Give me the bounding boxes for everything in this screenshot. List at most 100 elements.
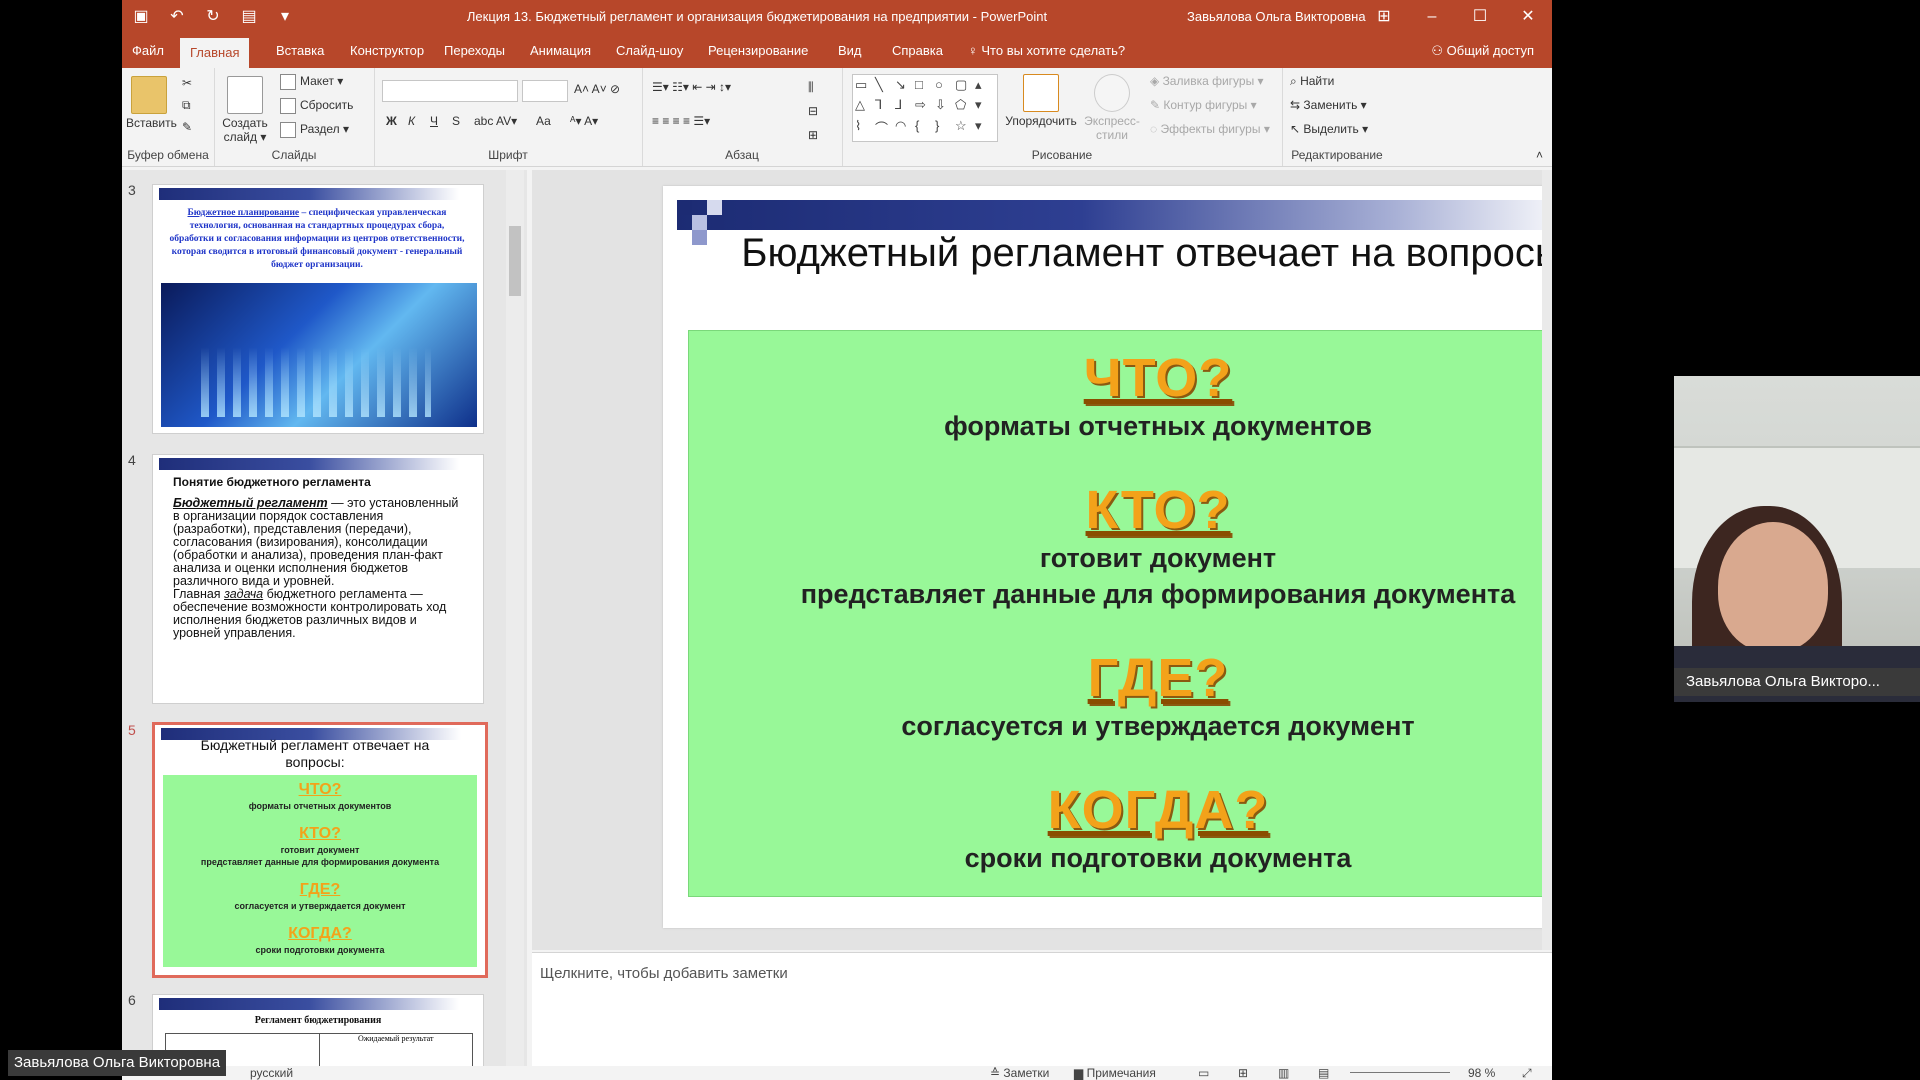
arrow-line-icon[interactable]: ↘ [895, 77, 913, 95]
change-case-button[interactable]: Аа [536, 114, 551, 128]
new-slide-button[interactable]: Создать слайд ▾ [220, 76, 270, 144]
tab-help[interactable]: Справка [882, 34, 953, 68]
title-bar: ▣ ↶ ↻ ▤ ▾ Лекция 13. Бюджетный регламент… [122, 0, 1552, 34]
customize-qat-icon[interactable]: ▾ [274, 6, 296, 28]
shadow-button[interactable]: S [452, 114, 460, 128]
line-shape-icon[interactable]: ╲ [875, 77, 893, 95]
current-slide[interactable]: Бюджетный регламент отвечает на вопросы:… [663, 186, 1552, 928]
curve-icon[interactable]: ⌒ [875, 118, 893, 139]
tab-review[interactable]: Рецензирование [698, 34, 818, 68]
minimize-icon[interactable]: – [1408, 0, 1456, 34]
undo-icon[interactable]: ↶ [166, 6, 188, 28]
replace-button[interactable]: ⇆ Заменить ▾ [1290, 98, 1367, 112]
shape-fill-button[interactable]: ◈ Заливка фигуры ▾ [1150, 74, 1264, 88]
decor-square [692, 215, 707, 230]
cut-icon[interactable]: ✂ [182, 76, 192, 90]
gallery-scroll-icon[interactable]: ▴ [975, 77, 993, 95]
align-icon[interactable]: ≡ ≡ ≡ ≡ ☰▾ [652, 114, 710, 128]
notes-pane[interactable]: Щелкните, чтобы добавить заметки [532, 952, 1552, 1073]
strikethrough-icon[interactable]: abc AV▾ [474, 114, 517, 128]
tab-animation[interactable]: Анимация [520, 34, 601, 68]
tab-view[interactable]: Вид [828, 34, 872, 68]
thumb-5-q3: ГДЕ? [299, 881, 341, 898]
view-sorter-icon[interactable]: ⊞ [1238, 1066, 1248, 1080]
account-name[interactable]: Завьялова Ольга Викторовна [1187, 0, 1366, 34]
down-arrow-icon[interactable]: ⇩ [935, 97, 953, 115]
select-button[interactable]: ↖ Выделить ▾ [1290, 122, 1368, 136]
rectangle-icon[interactable]: □ [915, 77, 933, 95]
thumbnail-scroll-handle[interactable] [509, 226, 521, 296]
gallery-down-icon[interactable]: ▾ [975, 97, 993, 115]
elbow-icon[interactable]: ⅂ [875, 97, 893, 115]
tab-transitions[interactable]: Переходы [434, 34, 515, 68]
arc-icon[interactable]: ◠ [895, 118, 913, 139]
thumbnail-slide-3[interactable]: Бюджетное планирование – специфическая у… [152, 184, 484, 434]
paste-button[interactable]: Вставить [126, 76, 177, 130]
tab-insert[interactable]: Вставка [266, 34, 334, 68]
font-name-box[interactable] [382, 80, 518, 102]
save-icon[interactable]: ▣ [130, 6, 152, 28]
triangle-icon[interactable]: △ [855, 97, 873, 115]
share-button[interactable]: ⚇ Общий доступ [1431, 34, 1534, 68]
brace-right-icon[interactable]: } [935, 118, 953, 139]
pentagon-icon[interactable]: ⬠ [955, 97, 973, 115]
tab-home[interactable]: Главная [180, 38, 250, 68]
zoom-slider[interactable] [1350, 1072, 1450, 1073]
section-button[interactable]: Раздел ▾ [280, 122, 349, 138]
underline-button[interactable]: Ч [430, 114, 438, 128]
slide-thumbnail-pane: 3 Бюджетное планирование – специфическая… [122, 170, 527, 1074]
find-button[interactable]: ⌕ Найти [1290, 74, 1334, 89]
format-painter-icon[interactable]: ✎ [182, 120, 192, 134]
fit-slide-icon[interactable]: ⤢ [1522, 1066, 1532, 1080]
language-indicator[interactable]: русский [250, 1066, 293, 1080]
start-slideshow-icon[interactable]: ▤ [238, 6, 260, 28]
view-slideshow-icon[interactable]: ▤ [1318, 1066, 1329, 1080]
redo-icon[interactable]: ↻ [202, 6, 224, 28]
zoom-level[interactable]: 98 % [1468, 1066, 1495, 1080]
thumbnail-slide-4[interactable]: Понятие бюджетного регламента Бюджетный … [152, 454, 484, 704]
collapse-ribbon-icon[interactable]: ˄ [1536, 148, 1543, 162]
rounded-rect-icon[interactable]: ▢ [955, 77, 973, 95]
brace-left-icon[interactable]: { [915, 118, 933, 139]
maximize-icon[interactable]: ☐ [1456, 0, 1504, 34]
gallery-more-icon[interactable]: ▾ [975, 118, 993, 139]
font-size-box[interactable] [522, 80, 568, 102]
reset-button[interactable]: Сбросить [280, 98, 353, 114]
italic-button[interactable]: К [408, 114, 415, 128]
editor-scrollbar[interactable] [1542, 170, 1552, 950]
textbox-shape-icon[interactable]: ▭ [855, 77, 873, 95]
reset-icon [280, 98, 296, 114]
shapes-gallery[interactable]: ▭ ╲ ↘ □ ○ ▢ ▴ △ ⅂ ⅃ ⇨ ⇩ ⬠ ▾ ⌇ ⌒ ◠{} ☆ ▾ [852, 74, 998, 142]
smartart-icon[interactable]: ⊞ [808, 128, 818, 142]
copy-icon[interactable]: ⧉ [182, 98, 191, 113]
bullets-icon[interactable]: ☰▾ ☷▾ ⇤ ⇥ ↕▾ [652, 80, 731, 94]
view-reading-icon[interactable]: ▥ [1278, 1066, 1289, 1080]
font-color-icon[interactable]: ᴬ▾ A▾ [570, 114, 598, 128]
align-text-icon[interactable]: ⊟ [808, 104, 818, 118]
close-icon[interactable]: ✕ [1504, 0, 1552, 34]
thumbnail-scrollbar[interactable] [506, 170, 524, 1074]
connector-icon[interactable]: ⅃ [895, 97, 913, 115]
oval-icon[interactable]: ○ [935, 77, 953, 95]
pen-icon: ✎ [1150, 98, 1164, 112]
text-direction-icon[interactable]: ⫼ [808, 80, 814, 95]
notes-toggle[interactable]: ≙ Заметки [990, 1066, 1049, 1080]
line-callout-icon[interactable]: ⌇ [855, 118, 873, 139]
tell-me-search[interactable]: ♀ Что вы хотите сделать? [958, 34, 1135, 68]
tab-file[interactable]: Файл [122, 34, 174, 68]
shape-effects-button[interactable]: ◌ Эффекты фигуры ▾ [1150, 122, 1270, 136]
tab-slideshow[interactable]: Слайд-шоу [606, 34, 693, 68]
right-arrow-icon[interactable]: ⇨ [915, 97, 933, 115]
quick-styles-button[interactable]: Экспресс- стили [1082, 74, 1142, 142]
ribbon-display-icon[interactable]: ⊞ [1360, 0, 1408, 34]
bold-button[interactable]: Ж [386, 114, 397, 128]
comments-toggle[interactable]: ▆ Примечания [1074, 1066, 1156, 1080]
shape-outline-button[interactable]: ✎ Контур фигуры ▾ [1150, 98, 1257, 112]
star-icon[interactable]: ☆ [955, 118, 973, 139]
thumbnail-slide-5[interactable]: Бюджетный регламент отвечает на вопросы:… [152, 722, 488, 978]
layout-button[interactable]: Макет ▾ [280, 74, 343, 90]
grow-font-icon[interactable]: A˄ A˅ ⊘ [574, 82, 620, 96]
view-normal-icon[interactable]: ▭ [1198, 1066, 1209, 1080]
tab-design[interactable]: Конструктор [340, 34, 434, 68]
arrange-button[interactable]: Упорядочить [1004, 74, 1078, 128]
